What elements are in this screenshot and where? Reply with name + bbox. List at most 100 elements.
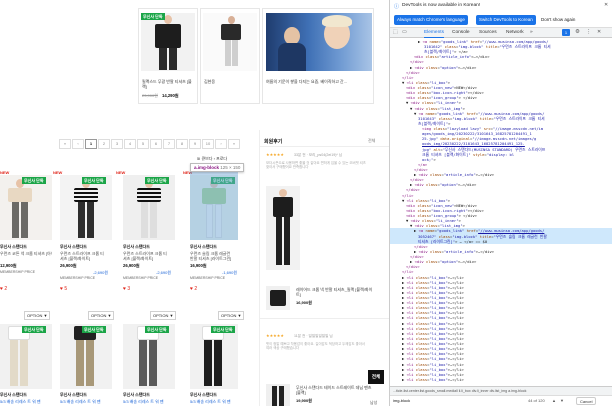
product-image[interactable] [0, 175, 52, 240]
like-count-value: 3 [127, 286, 131, 292]
tab-elements[interactable]: Elements [424, 29, 444, 38]
notice-text: DevTools is now available in Korean! [402, 3, 481, 8]
device-toolbar-icon[interactable]: ▭ [402, 29, 407, 35]
page-9-button[interactable]: 9 [189, 139, 201, 149]
product-image[interactable] [60, 324, 112, 389]
brand-name[interactable]: 무신사 스탠다드 [190, 392, 217, 398]
brand-name[interactable]: 무신사 스탠다드 [60, 392, 87, 398]
tab-sources[interactable]: Sources [479, 29, 497, 37]
dom-node-line[interactable]: ▶ <li class="li_box">…</li> [390, 377, 612, 382]
product-image[interactable] [203, 13, 257, 71]
all-view-button[interactable]: 전체 [368, 370, 384, 384]
like-count[interactable]: ♥ 5 [60, 286, 67, 292]
page-8-button[interactable]: 8 [176, 139, 188, 149]
inspect-element-icon[interactable]: ⬚ [393, 29, 398, 35]
page-2-button[interactable]: 2 [98, 139, 110, 149]
page-3-button[interactable]: 3 [111, 139, 123, 149]
review-product-name[interactable]: 레이어드 크롭 넥 반팔 티셔츠_릴랙 [블랙/화이트] [296, 287, 376, 297]
pants-left [225, 40, 231, 66]
like-count[interactable]: ♥ 2 [0, 286, 7, 292]
option-dropdown-button[interactable]: OPTION ▼ [24, 311, 51, 320]
product-image[interactable] [60, 175, 112, 240]
pants-right [86, 340, 94, 386]
inspect-highlight-overlay [190, 170, 238, 240]
review-more-link[interactable]: 전체 [368, 138, 375, 144]
product-name[interactable]: 우먼즈 코튼 넥 크롭 티셔츠 [아이보리] [0, 251, 52, 256]
review-photo[interactable] [266, 186, 300, 270]
page-6-button[interactable]: 6 [150, 139, 162, 149]
crop-tee [8, 188, 32, 202]
more-options-icon[interactable]: ⋮ [586, 29, 592, 35]
review-product-name[interactable]: 무신사 스탠다드 테이드 스트레이트 데님 팬츠 [블랙] [296, 385, 376, 395]
article-caption[interactable]: 여름의 기운이 쌓을 다지는 요즘, 베이직하고 간... [266, 79, 373, 84]
pants-left [78, 202, 85, 238]
page-last-button[interactable]: » [228, 139, 240, 149]
product-name[interactable]: 릴랙스드 무광 반팔 티셔츠 [블랙] [142, 79, 196, 89]
option-dropdown-button[interactable]: OPTION ▼ [150, 311, 177, 320]
product-name[interactable]: 5/3 배송 리레스 트 워 팬 [0, 399, 41, 404]
product-image[interactable] [141, 13, 195, 71]
page-1-button[interactable]: 1 [85, 139, 97, 149]
product-name[interactable]: 5/3 배송 리레스 트 워 팬 [60, 399, 101, 404]
pants-left [159, 48, 167, 70]
article-image[interactable] [266, 13, 372, 71]
product-image[interactable] [123, 324, 175, 389]
review-product-thumb[interactable] [266, 384, 290, 406]
page-next-button[interactable]: › [215, 139, 227, 149]
product-name-line2[interactable]: 셔츠 [블랙/화이트] [123, 256, 153, 261]
product-image[interactable] [123, 175, 175, 240]
price: 26,900원 [123, 263, 140, 268]
price: 12,900원 [0, 263, 17, 268]
review-text: 핏이 정말 예쁘고 착용감이 좋아요. 길이감도 적당하고 두께감도 좋아서 여… [266, 342, 365, 351]
find-next-button[interactable]: ▼ [560, 396, 564, 406]
dom-token: "li_box" [429, 376, 448, 382]
page-10-button[interactable]: 10 [202, 139, 214, 149]
brand-name[interactable]: 무신사 스탠다드 [190, 244, 217, 250]
page-5-button[interactable]: 5 [137, 139, 149, 149]
more-tabs-button[interactable]: » [530, 29, 533, 37]
like-count[interactable]: ♥ 3 [123, 286, 130, 292]
brand-name[interactable]: 무신사 스탠다드 [123, 392, 150, 398]
like-count[interactable]: ♥ 2 [190, 286, 197, 292]
brand-name[interactable]: 무신사 스탠다드 [0, 244, 27, 250]
dom-breadcrumb[interactable]: ...ticle-list.center.list.goods_small.me… [390, 386, 612, 395]
product-name-line2[interactable]: 반팔 티셔츠 [라이트그린] [190, 256, 231, 261]
product-image[interactable] [190, 324, 238, 389]
tab-console[interactable]: Console [452, 29, 470, 37]
find-input[interactable]: img-block [393, 396, 410, 406]
switch-to-korean-button[interactable]: Switch DevTools to Korean [476, 15, 536, 25]
find-cancel-button[interactable]: Cancel [576, 397, 597, 405]
brand-name[interactable]: 무신사 스탠다드 [0, 392, 27, 398]
product-name[interactable]: 5/3 배송 리레스 트 워 팬 [190, 399, 231, 404]
like-count-value: 5 [64, 286, 68, 292]
tab-network[interactable]: Network [506, 29, 524, 37]
page-4-button[interactable]: 4 [124, 139, 136, 149]
top-product-card-1[interactable]: 무신사 단독 릴랙스드 무광 반팔 티셔츠 [블랙] 23,900원 14,29… [138, 8, 198, 104]
close-icon[interactable]: ✕ [604, 2, 608, 8]
review-product-thumb[interactable] [266, 286, 290, 310]
brand-name[interactable]: 무신사 스탠다드 [123, 244, 150, 250]
option-dropdown-button[interactable]: OPTION ▼ [88, 311, 115, 320]
exclusive-tag: 무신사 단독 [141, 13, 165, 20]
page-prev-button[interactable]: ‹ [72, 139, 84, 149]
man-hair [322, 15, 352, 27]
top-product-card-2[interactable]: 김현웅 [200, 8, 260, 104]
top-article-card[interactable]: 여름의 기운이 쌓을 다지는 요즘, 베이직하고 간... [262, 8, 374, 104]
issues-count-badge[interactable]: 1 [562, 29, 570, 36]
page-first-button[interactable]: « [59, 139, 71, 149]
dont-show-again-button[interactable]: Don't show again [541, 17, 575, 23]
product-name-line2[interactable]: 셔츠 [블랙/화이트] [60, 256, 90, 261]
elements-tree[interactable]: ▶ <a name="goods_link" href="//www.musin… [390, 39, 612, 386]
brand-name[interactable]: 무신사 스탠다드 [60, 244, 87, 250]
exclusive-tag: 무신사 단독 [211, 326, 235, 333]
page-7-button[interactable]: 7 [163, 139, 175, 149]
always-match-language-button[interactable]: Always match Chrome's language [394, 15, 468, 25]
option-dropdown-button[interactable]: OPTION ▼ [218, 311, 245, 320]
close-devtools-icon[interactable]: ✕ [597, 29, 601, 35]
product-name[interactable]: 5/3 배송 리레스 트 워 팬 [123, 399, 164, 404]
find-prev-button[interactable]: ▲ [552, 396, 556, 406]
gear-icon[interactable]: ⚙ [575, 29, 580, 35]
product-image[interactable] [0, 324, 52, 389]
breadcrumb-path[interactable]: ...ticle-list.center.list.goods_small.me… [390, 389, 526, 393]
creator-name[interactable]: 김현웅 [204, 79, 215, 84]
